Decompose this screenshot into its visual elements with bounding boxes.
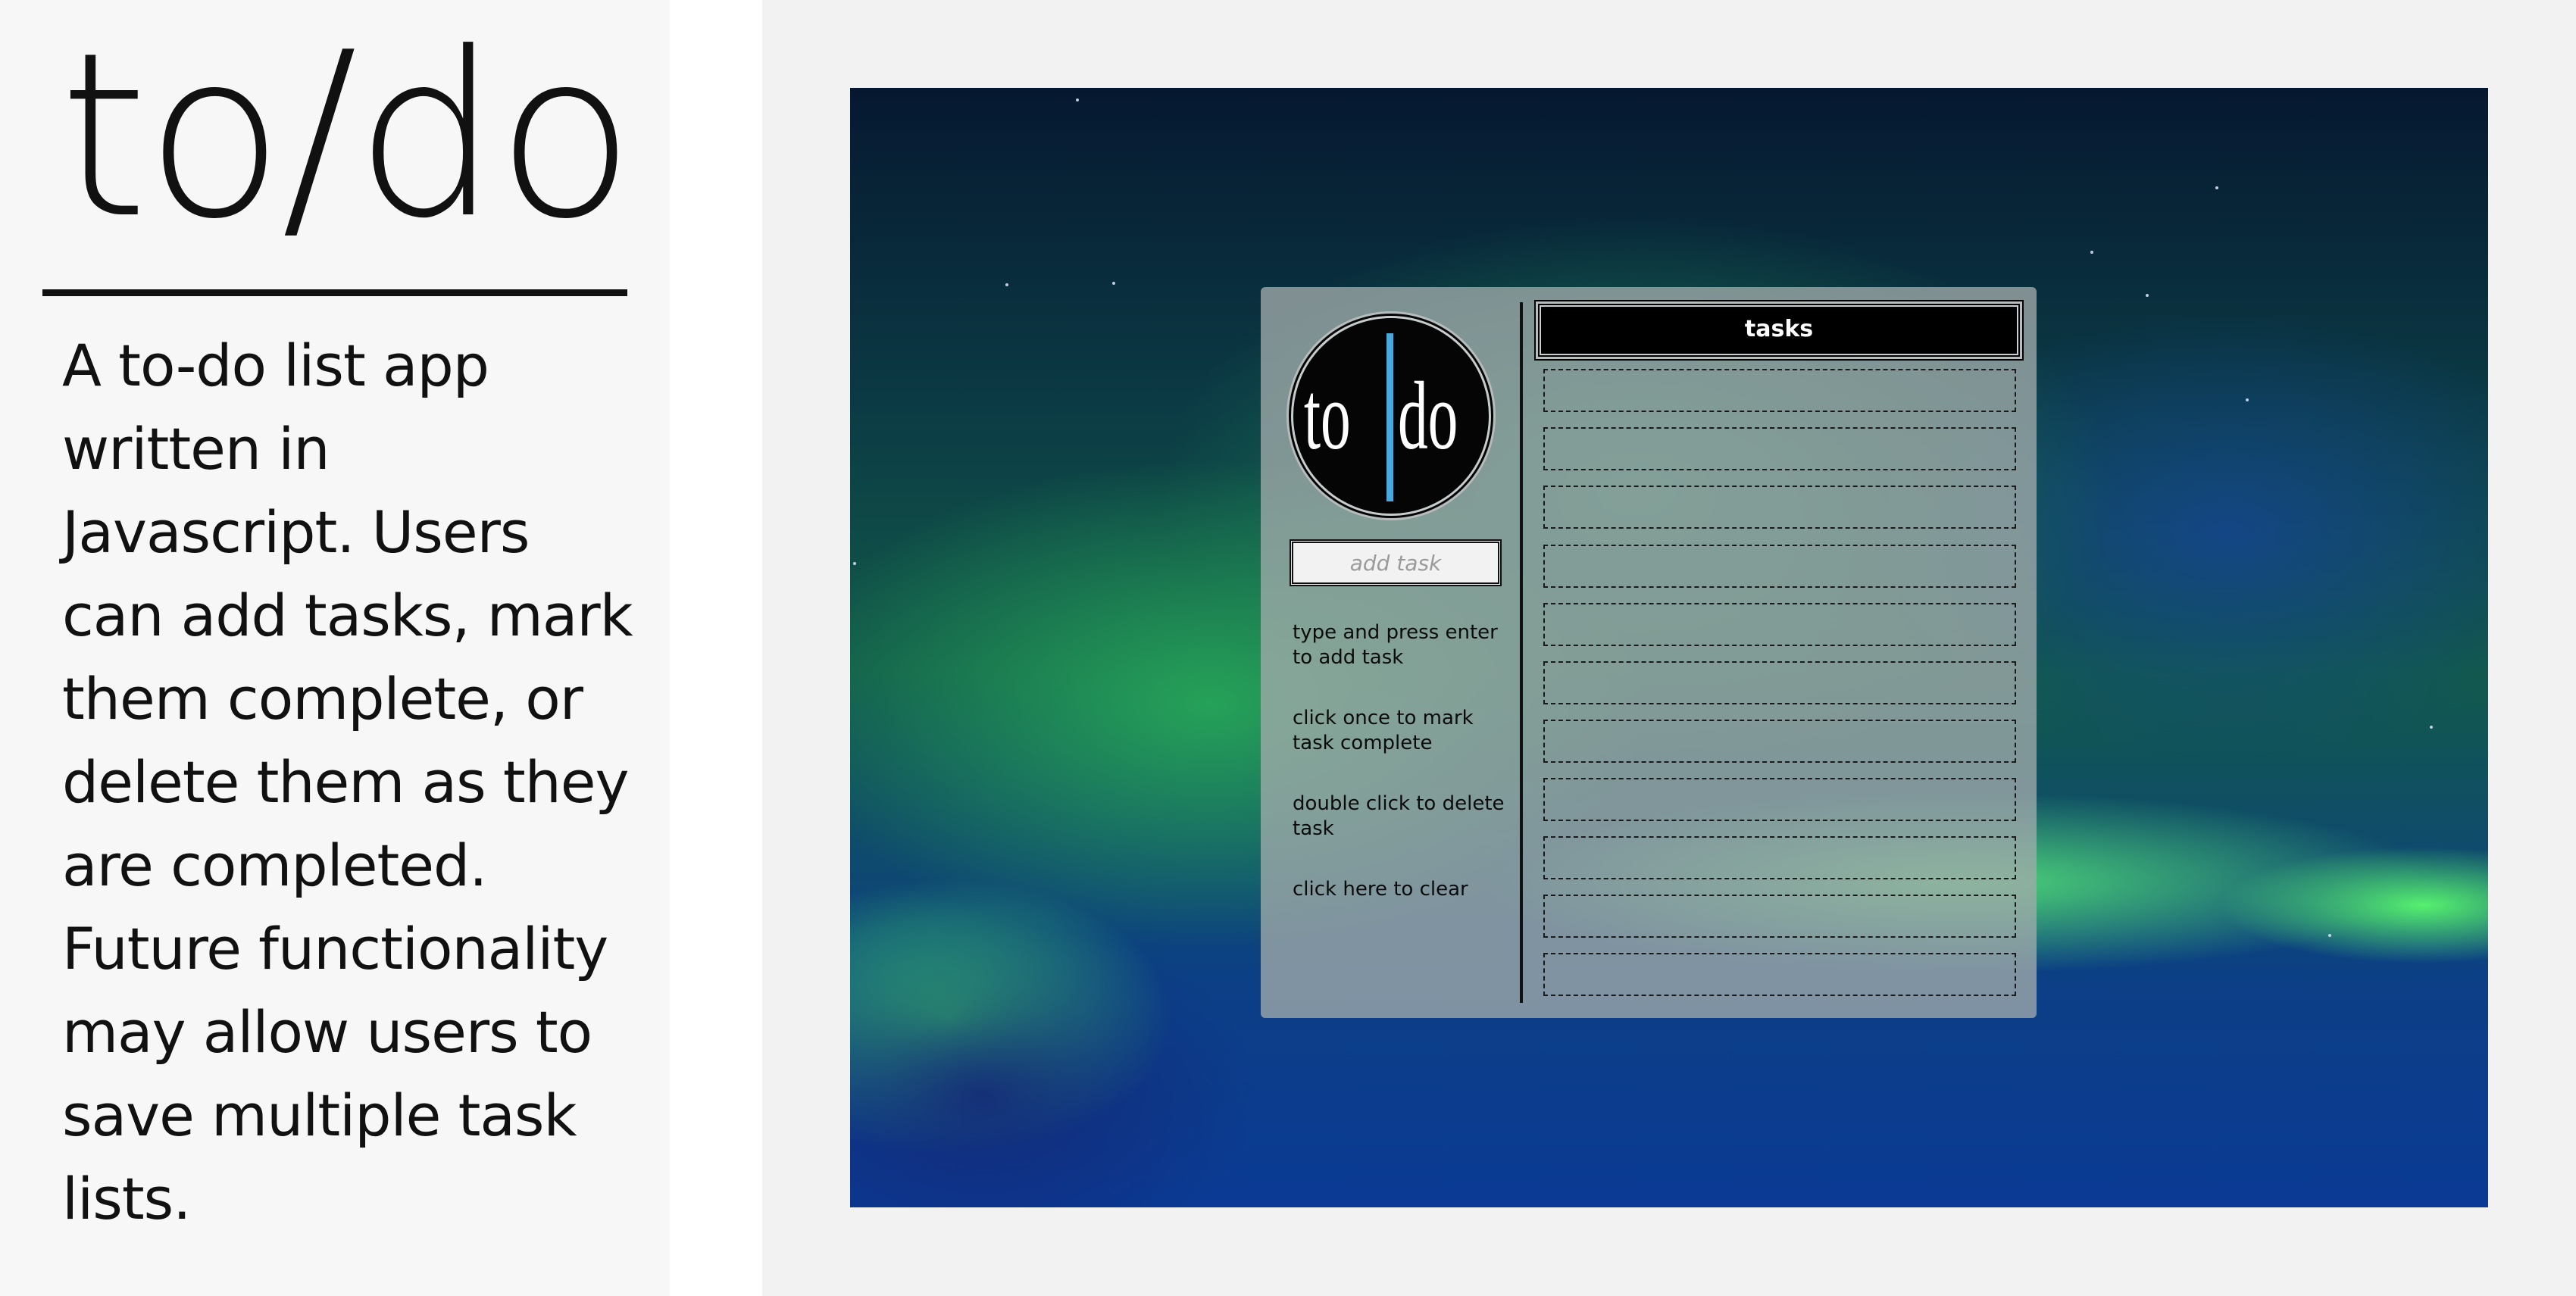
- instruction-complete: click once to mark task complete: [1293, 707, 1474, 754]
- star: [2328, 934, 2331, 937]
- tasks-header: tasks: [1540, 305, 2018, 355]
- star: [1076, 98, 1079, 101]
- todo-app-card: to do type and press enter to add task c…: [1261, 287, 2037, 1018]
- title-divider: [42, 289, 627, 296]
- star: [1005, 283, 1008, 286]
- star: [2430, 726, 2433, 729]
- task-slot[interactable]: [1543, 603, 2016, 646]
- star: [2246, 398, 2249, 401]
- task-slot[interactable]: [1543, 545, 2016, 588]
- task-slot[interactable]: [1543, 953, 2016, 996]
- logo-text-left: to: [1304, 362, 1351, 470]
- logo-text-right: do: [1398, 362, 1458, 470]
- clear-tasks-link[interactable]: click here to clear: [1293, 877, 1512, 902]
- star: [853, 562, 856, 565]
- project-info-panel: to/do A to-do list app written in Javasc…: [0, 0, 670, 1296]
- column-divider: [1520, 302, 1523, 1003]
- todo-logo: to do: [1291, 316, 1491, 516]
- star: [2215, 186, 2218, 189]
- task-slot[interactable]: [1543, 661, 2016, 704]
- star: [1112, 282, 1115, 285]
- task-slot[interactable]: [1543, 778, 2016, 821]
- logo-divider-bar: [1386, 333, 1393, 501]
- task-slot[interactable]: [1543, 836, 2016, 879]
- task-slot[interactable]: [1543, 895, 2016, 938]
- star: [2090, 251, 2093, 254]
- add-task-input[interactable]: [1290, 539, 1502, 586]
- star: [2146, 294, 2149, 297]
- task-slot[interactable]: [1543, 720, 2016, 763]
- instruction-delete: double click to delete task: [1293, 792, 1505, 840]
- project-description: A to-do list app written in Javascript. …: [62, 332, 633, 1232]
- project-title: to/do: [59, 4, 635, 268]
- task-slot[interactable]: [1543, 369, 2016, 412]
- app-screenshot: to do type and press enter to add task c…: [850, 88, 2488, 1207]
- instruction-add: type and press enter to add task: [1293, 621, 1498, 669]
- task-slot[interactable]: [1543, 486, 2016, 529]
- task-slot[interactable]: [1543, 427, 2016, 470]
